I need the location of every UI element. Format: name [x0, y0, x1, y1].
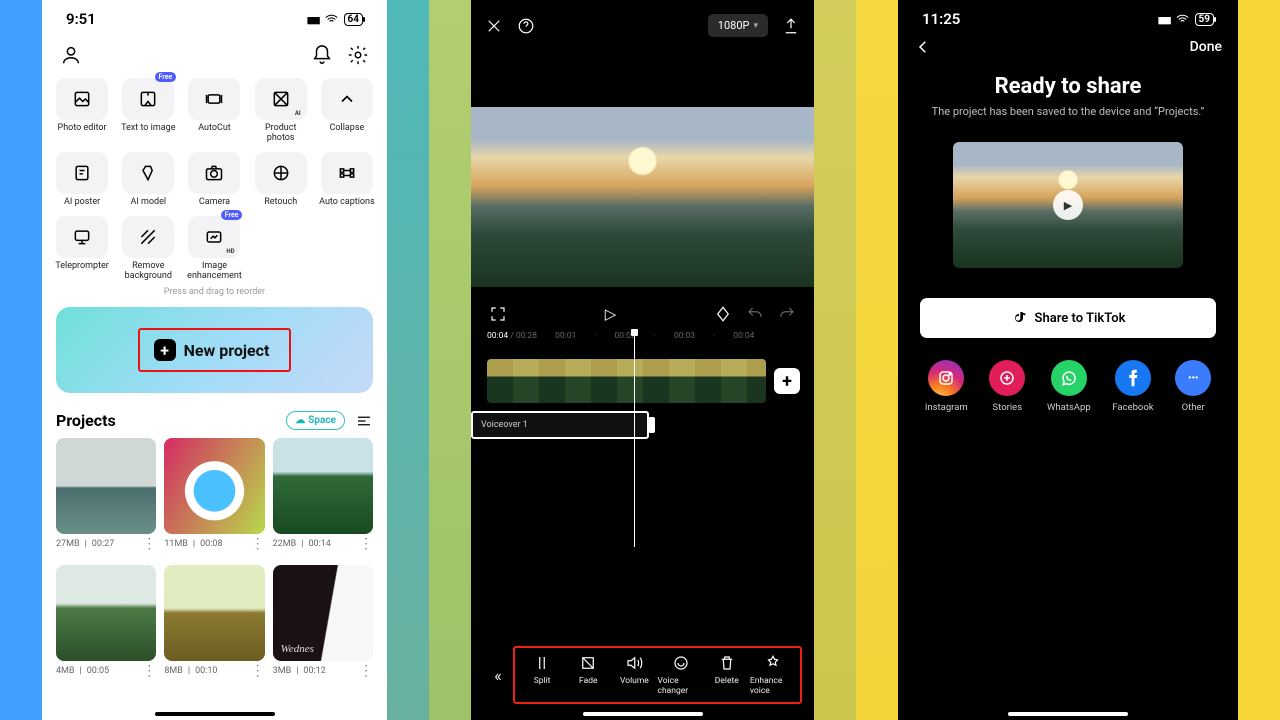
time-ruler: 00:04 / 00:28 00:01· 00:02· 00:03· 00:04	[471, 331, 814, 341]
tool-text-to-image[interactable]: FreeText to image	[118, 78, 178, 144]
tool-auto-captions[interactable]: Auto captions	[317, 152, 377, 208]
timeline[interactable]: + Voiceover 1	[471, 347, 814, 547]
phone-share: 11:25 59 Done Ready to share The project…	[898, 0, 1238, 720]
new-project-button[interactable]: + New project	[138, 328, 292, 372]
tool-split[interactable]: Split	[519, 654, 565, 696]
notifications-icon[interactable]	[311, 44, 333, 66]
project-item[interactable]: 27MB|00:27⋮	[56, 438, 156, 557]
home-indicator	[583, 712, 703, 716]
more-icon[interactable]: ⋮	[359, 669, 373, 675]
share-stories[interactable]: Stories	[989, 360, 1025, 413]
tool-remove-background[interactable]: Remove background	[118, 216, 178, 282]
tool-ai-model[interactable]: AI model	[118, 152, 178, 208]
tool-product-photos[interactable]: AIProduct photos	[251, 78, 311, 144]
free-badge: Free	[221, 210, 243, 220]
playhead[interactable]	[634, 331, 635, 547]
tool-enhance-voice[interactable]: Enhance voice	[750, 654, 796, 696]
tool-camera[interactable]: Camera	[184, 152, 244, 208]
tool-delete[interactable]: Delete	[704, 654, 750, 696]
tool-collapse[interactable]: Collapse	[317, 78, 377, 144]
tool-teleprompter[interactable]: Teleprompter	[52, 216, 112, 282]
cloud-icon: ☁	[295, 415, 305, 426]
voiceover-clip[interactable]: Voiceover 1	[471, 411, 649, 439]
tool-voice-changer[interactable]: Voice changer	[658, 654, 704, 696]
share-tiktok-button[interactable]: Share to TikTok	[920, 298, 1216, 338]
share-facebook[interactable]: Facebook	[1112, 360, 1153, 413]
more-icon[interactable]: ⋮	[359, 542, 373, 548]
clock: 11:25	[922, 10, 960, 28]
status-bar: 11:25 59	[898, 0, 1238, 28]
phone-editor: 1080P ▷ 00:04 / 00:28 00:01· 00:02· 00:0…	[471, 0, 814, 720]
tool-volume[interactable]: Volume	[611, 654, 657, 696]
share-whatsapp[interactable]: WhatsApp	[1047, 360, 1091, 413]
tiktok-icon	[1011, 310, 1027, 326]
play-icon[interactable]: ▶	[1053, 190, 1083, 220]
tool-image-enhancement[interactable]: FreeHDImage enhancement	[184, 216, 244, 282]
close-icon[interactable]	[485, 17, 503, 35]
page-title: Ready to share	[898, 74, 1238, 99]
cell-signal-icon	[1158, 12, 1170, 26]
video-track[interactable]	[487, 359, 766, 403]
tool-fade[interactable]: Fade	[565, 654, 611, 696]
tool-ai-poster[interactable]: AI poster	[52, 152, 112, 208]
space-button[interactable]: ☁Space	[286, 411, 345, 430]
clock: 9:51	[66, 10, 96, 28]
phone-home: 9:51 64 Photo editor FreeText to image A…	[42, 0, 387, 720]
share-instagram[interactable]: Instagram	[925, 360, 968, 413]
more-icon[interactable]: ⋮	[251, 542, 265, 548]
project-item[interactable]: 8MB|00:10⋮	[164, 565, 264, 684]
project-item[interactable]: 4MB|00:05⋮	[56, 565, 156, 684]
more-icon[interactable]: ⋮	[251, 669, 265, 675]
wifi-icon	[324, 12, 339, 27]
back-icon[interactable]	[914, 38, 932, 56]
export-icon[interactable]	[782, 17, 800, 35]
settings-icon[interactable]	[347, 44, 369, 66]
play-button[interactable]: ▷	[605, 305, 617, 323]
tool-retouch[interactable]: Retouch	[251, 152, 311, 208]
sort-icon[interactable]	[355, 412, 373, 430]
home-indicator	[155, 712, 275, 716]
video-preview[interactable]	[471, 107, 814, 287]
cell-signal-icon	[307, 12, 319, 26]
status-bar: 9:51 64	[42, 0, 387, 28]
undo-icon[interactable]	[746, 305, 764, 323]
battery-icon: 64	[344, 13, 363, 26]
project-item[interactable]: 11MB|00:08⋮	[164, 438, 264, 557]
done-button[interactable]: Done	[1190, 39, 1222, 55]
wifi-icon	[1175, 12, 1190, 27]
redo-icon[interactable]	[778, 305, 796, 323]
more-icon[interactable]: ⋮	[142, 669, 156, 675]
more-icon[interactable]: ⋮	[142, 542, 156, 548]
fullscreen-icon[interactable]	[489, 305, 507, 323]
keyframe-icon[interactable]	[714, 305, 732, 323]
resolution-chip[interactable]: 1080P	[708, 14, 768, 37]
share-other[interactable]: •••Other	[1175, 360, 1211, 413]
battery-icon: 59	[1195, 13, 1214, 26]
projects-title: Projects	[56, 411, 116, 430]
back-button[interactable]: «	[483, 646, 513, 704]
profile-icon[interactable]	[60, 44, 82, 66]
new-project-card[interactable]: + New project	[56, 307, 373, 393]
page-subtitle: The project has been saved to the device…	[898, 105, 1238, 118]
home-indicator	[1008, 712, 1128, 716]
free-badge: Free	[155, 72, 177, 82]
edit-toolbar: Split Fade Volume Voice changer Delete E…	[513, 646, 802, 704]
project-item[interactable]: 3MB|00:12⋮	[273, 565, 373, 684]
reorder-hint: Press and drag to reorder	[42, 287, 387, 297]
tool-autocut[interactable]: AutoCut	[184, 78, 244, 144]
plus-icon: +	[154, 339, 176, 361]
exported-video[interactable]: ▶	[953, 142, 1183, 268]
project-item[interactable]: 22MB|00:14⋮	[273, 438, 373, 557]
tool-photo-editor[interactable]: Photo editor	[52, 78, 112, 144]
clip-handle[interactable]	[648, 417, 655, 433]
help-icon[interactable]	[517, 17, 535, 35]
add-clip-button[interactable]: +	[774, 368, 800, 394]
